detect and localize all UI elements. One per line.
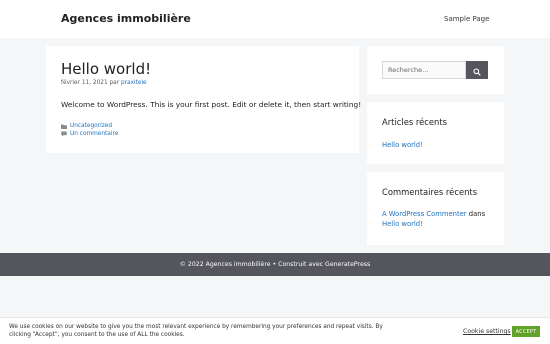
comment-author-link[interactable]: A WordPress Commenter (382, 210, 467, 218)
category-link[interactable]: Uncategorized (70, 122, 112, 130)
folder-icon (61, 123, 67, 129)
cookie-settings-link[interactable]: Cookie settings (463, 328, 511, 335)
comment-post-link[interactable]: Hello world! (382, 220, 423, 228)
site-header: Agences immobilière Sample Page (0, 0, 550, 38)
post-date[interactable]: février 11, 2021 (61, 80, 108, 86)
post-footer-meta: Uncategorized Un commentaire (61, 122, 118, 138)
accept-button[interactable]: ACCEPT (512, 326, 540, 337)
post-author-link[interactable]: praxitele (121, 80, 147, 86)
search-input[interactable]: Recherche... (382, 61, 466, 79)
search-button[interactable] (466, 61, 488, 79)
comment-icon (61, 131, 67, 137)
post-article: Hello world! février 11, 2021 par praxit… (46, 46, 362, 153)
nav-item-sample-page[interactable]: Sample Page (444, 15, 489, 23)
cookie-banner: We use cookies on our website to give yo… (0, 317, 550, 344)
recent-posts-title: Articles récents (382, 117, 448, 127)
site-footer: © 2022 Agences immobilière • Construit a… (0, 253, 550, 276)
search-widget: Recherche... (367, 46, 504, 94)
footer-copyright: © 2022 Agences immobilière • Construit a… (179, 261, 371, 268)
post-content: Welcome to WordPress. This is your first… (61, 100, 362, 109)
recent-post-link[interactable]: Hello world! (382, 141, 423, 149)
post-title[interactable]: Hello world! (61, 60, 151, 78)
post-by: par (109, 80, 120, 86)
recent-comments-widget: Commentaires récents A WordPress Comment… (367, 172, 504, 245)
cookie-message: We use cookies on our website to give yo… (9, 324, 383, 338)
recent-comments-title: Commentaires récents (382, 187, 478, 197)
recent-posts-widget: Articles récents Hello world! (367, 102, 504, 164)
comment-sep: dans (468, 210, 486, 218)
recent-comment-item: A WordPress Commenter dans Hello world! (382, 209, 485, 229)
post-meta: février 11, 2021 par praxitele (61, 80, 147, 86)
search-icon (473, 61, 481, 80)
site-title[interactable]: Agences immobilière (61, 12, 191, 25)
comments-link[interactable]: Un commentaire (70, 130, 118, 138)
